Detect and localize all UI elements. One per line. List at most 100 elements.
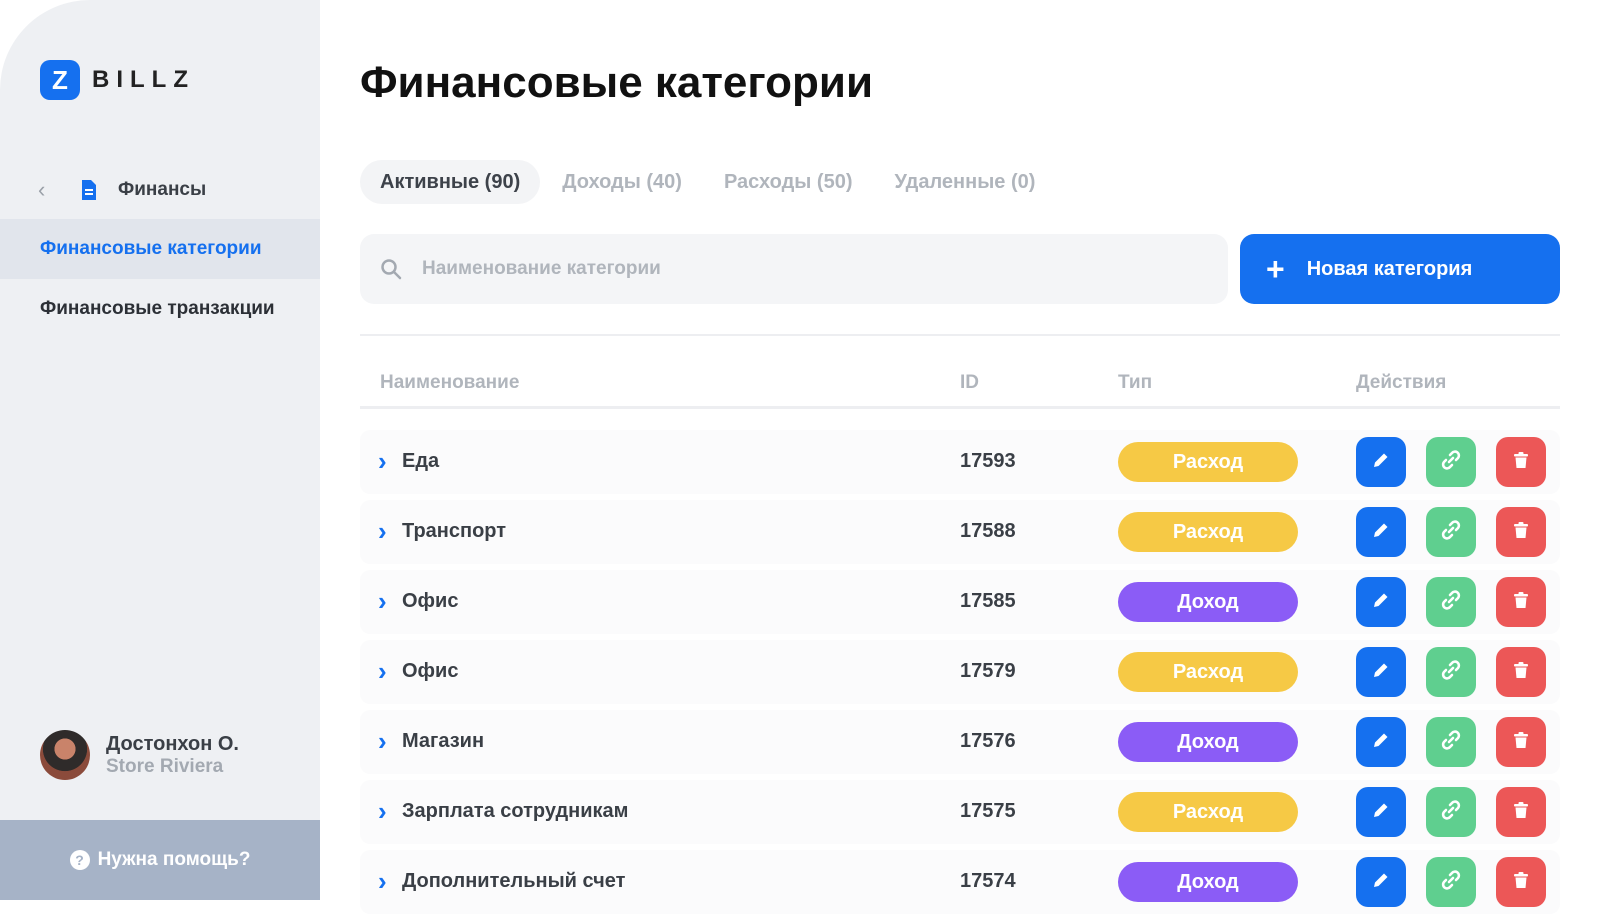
trash-icon [1511, 520, 1531, 545]
table-header: Наименование ID Тип Действия [360, 352, 1560, 412]
divider [360, 334, 1560, 336]
category-name: Еда [402, 450, 440, 472]
table-row[interactable]: › Еда 17593 Расход [360, 430, 1560, 494]
sidebar-item-transactions[interactable]: Финансовые транзакции [0, 279, 320, 339]
type-badge: Доход [1118, 582, 1298, 622]
delete-button[interactable] [1496, 437, 1546, 487]
link-icon [1440, 659, 1462, 686]
link-button[interactable] [1426, 717, 1476, 767]
edit-button[interactable] [1356, 647, 1406, 697]
logo-badge: Z [40, 60, 80, 100]
pencil-icon [1371, 590, 1391, 615]
page-title: Финансовые категории [360, 58, 874, 107]
link-button[interactable] [1426, 787, 1476, 837]
trash-icon [1511, 450, 1531, 475]
category-name: Дополнительный счет [402, 870, 626, 892]
table-row[interactable]: › Дополнительный счет 17574 Доход [360, 850, 1560, 914]
table-row[interactable]: › Магазин 17576 Доход [360, 710, 1560, 774]
table-row[interactable]: › Офис 17579 Расход [360, 640, 1560, 704]
category-id: 17588 [960, 520, 1016, 542]
trash-icon [1511, 800, 1531, 825]
link-button[interactable] [1426, 437, 1476, 487]
type-badge: Доход [1118, 862, 1298, 902]
pencil-icon [1371, 450, 1391, 475]
edit-button[interactable] [1356, 577, 1406, 627]
avatar [40, 730, 90, 780]
table-row[interactable]: › Транспорт 17588 Расход [360, 500, 1560, 564]
category-id: 17585 [960, 590, 1016, 612]
category-id: 17575 [960, 800, 1016, 822]
table-row[interactable]: › Офис 17585 Доход [360, 570, 1560, 634]
category-name: Транспорт [402, 520, 507, 542]
user-profile[interactable]: Достонхон О. Store Riviera [40, 730, 239, 780]
search-box[interactable] [360, 234, 1228, 304]
pencil-icon [1371, 520, 1391, 545]
link-button[interactable] [1426, 577, 1476, 627]
search-input[interactable] [420, 257, 1184, 281]
user-store: Store Riviera [106, 755, 224, 777]
tab-expense[interactable]: Расходы (50) [704, 160, 873, 204]
pencil-icon [1371, 870, 1391, 895]
link-button[interactable] [1426, 647, 1476, 697]
divider [360, 406, 1560, 409]
category-name: Зарплата сотрудникам [402, 800, 629, 822]
delete-button[interactable] [1496, 717, 1546, 767]
back-label: Финансы [118, 179, 207, 200]
header-type: Тип [1118, 372, 1153, 393]
chevron-right-icon[interactable]: › [378, 726, 387, 757]
edit-button[interactable] [1356, 787, 1406, 837]
delete-button[interactable] [1496, 787, 1546, 837]
edit-button[interactable] [1356, 507, 1406, 557]
chevron-right-icon[interactable]: › [378, 796, 387, 827]
chevron-right-icon[interactable]: › [378, 866, 387, 897]
user-name: Достонхон О. [106, 732, 239, 755]
link-icon [1440, 799, 1462, 826]
trash-icon [1511, 730, 1531, 755]
trash-icon [1511, 590, 1531, 615]
pencil-icon [1371, 660, 1391, 685]
category-id: 17579 [960, 660, 1016, 682]
delete-button[interactable] [1496, 647, 1546, 697]
chevron-right-icon[interactable]: › [378, 586, 387, 617]
category-name: Офис [402, 660, 459, 682]
category-id: 17574 [960, 870, 1016, 892]
edit-button[interactable] [1356, 717, 1406, 767]
category-id: 17593 [960, 450, 1016, 472]
help-button[interactable]: ? Нужна помощь? [0, 820, 320, 900]
chevron-right-icon[interactable]: › [378, 656, 387, 687]
back-nav[interactable]: ‹ Финансы [38, 172, 206, 208]
type-badge: Расход [1118, 442, 1298, 482]
header-id: ID [960, 372, 979, 393]
logo-text: BILLZ [92, 66, 195, 93]
logo[interactable]: Z BILLZ [40, 60, 195, 100]
trash-icon [1511, 870, 1531, 895]
tab-deleted[interactable]: Удаленные (0) [874, 160, 1055, 204]
type-badge: Расход [1118, 652, 1298, 692]
delete-button[interactable] [1496, 577, 1546, 627]
new-category-button[interactable]: + Новая категория [1240, 234, 1560, 304]
sidebar-item-categories[interactable]: Финансовые категории [0, 219, 320, 279]
delete-button[interactable] [1496, 507, 1546, 557]
document-icon [82, 180, 96, 200]
edit-button[interactable] [1356, 437, 1406, 487]
chevron-right-icon[interactable]: › [378, 516, 387, 547]
link-icon [1440, 519, 1462, 546]
category-name: Офис [402, 590, 459, 612]
question-icon: ? [69, 850, 90, 870]
search-icon [381, 259, 402, 280]
header-actions: Действия [1356, 372, 1447, 393]
link-icon [1440, 729, 1462, 756]
link-button[interactable] [1426, 507, 1476, 557]
table-row[interactable]: › Зарплата сотрудникам 17575 Расход [360, 780, 1560, 844]
tab-active[interactable]: Активные (90) [360, 160, 541, 204]
category-id: 17576 [960, 730, 1016, 752]
link-icon [1440, 449, 1462, 476]
type-badge: Расход [1118, 792, 1298, 832]
chevron-right-icon[interactable]: › [378, 446, 387, 477]
chevron-left-icon[interactable]: ‹ [38, 177, 62, 203]
help-label: Нужна помощь? [97, 849, 251, 870]
tab-income[interactable]: Доходы (40) [542, 160, 702, 204]
header-name: Наименование [380, 372, 520, 393]
link-icon [1440, 589, 1462, 616]
category-name: Магазин [402, 730, 485, 752]
